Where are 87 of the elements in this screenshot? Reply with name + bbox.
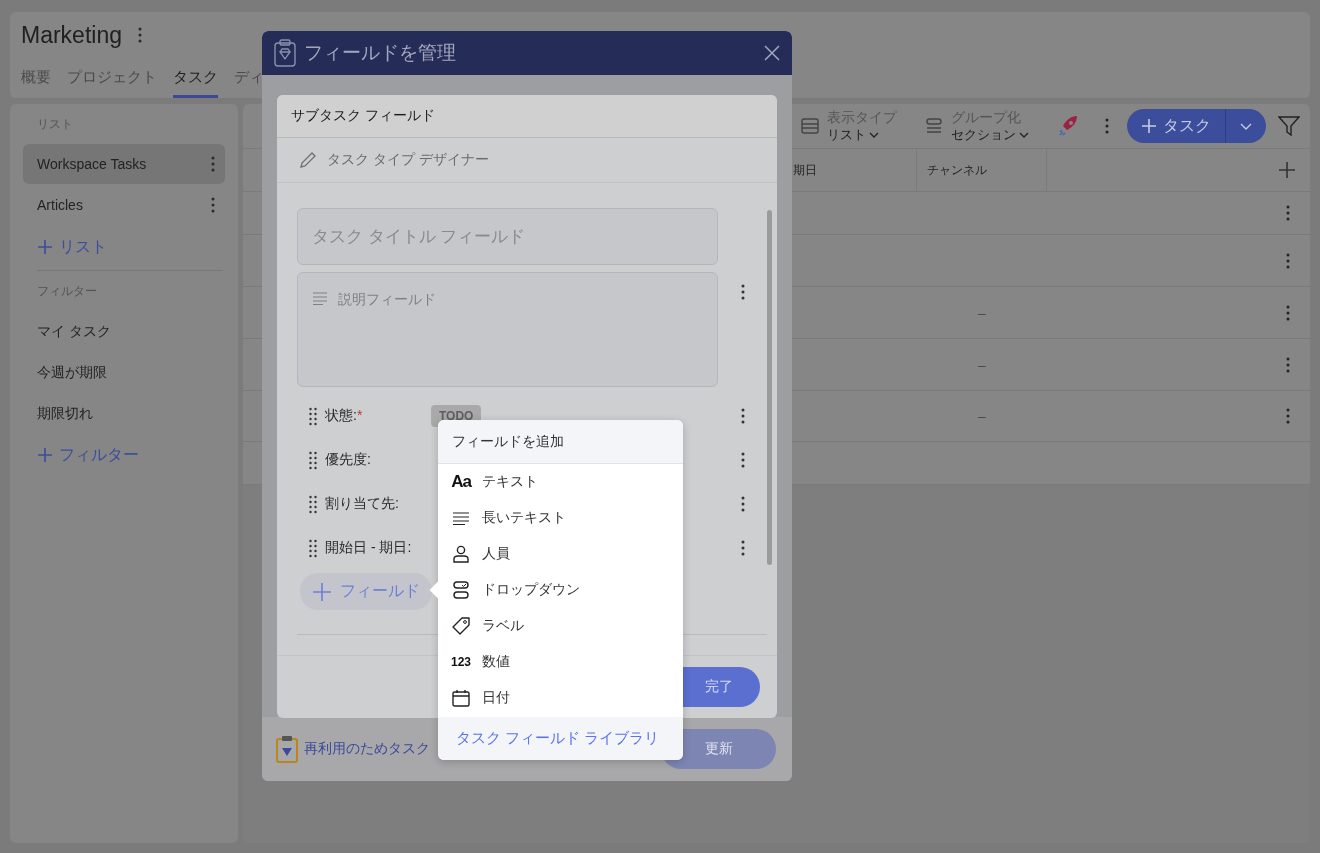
designer-link[interactable]: タスク タイプ デザイナー: [277, 138, 777, 183]
close-icon[interactable]: [764, 45, 780, 61]
field-label: 状態:: [325, 407, 357, 425]
more-icon[interactable]: [740, 408, 745, 424]
field-label: 優先度:: [325, 451, 371, 469]
menu-item-label: ドロップダウン: [482, 581, 580, 599]
add-task-label: タスク: [1163, 115, 1211, 136]
plus-icon: [312, 581, 332, 602]
more-icon[interactable]: [740, 284, 745, 300]
more-icon[interactable]: [740, 496, 745, 512]
filter-item[interactable]: 期限切れ: [23, 393, 225, 434]
description-field[interactable]: 説明フィールド: [297, 272, 718, 387]
add-filter-label: フィルター: [59, 444, 139, 465]
menu-item-label: 数値: [482, 653, 510, 671]
field-label: 割り当て先:: [325, 495, 399, 513]
menu-item-label: 長いテキスト: [482, 509, 566, 527]
menu-item[interactable]: 人員: [438, 536, 683, 572]
more-icon[interactable]: [740, 452, 745, 468]
list-name: Workspace Tasks: [37, 156, 147, 172]
list-item[interactable]: Workspace Tasks: [23, 144, 225, 184]
person-icon: [452, 545, 470, 563]
lines-icon: [312, 291, 328, 305]
empty-value: –: [978, 356, 986, 373]
dialog-title: サブタスク フィールド: [277, 95, 777, 138]
more-icon[interactable]: [1286, 205, 1290, 221]
plus-icon: [37, 447, 53, 463]
plus-icon: [37, 239, 53, 255]
tab[interactable]: プロジェクト: [67, 62, 157, 98]
tab[interactable]: 概要: [21, 62, 51, 98]
drag-handle-icon[interactable]: [309, 494, 317, 514]
tab[interactable]: ディ: [234, 62, 264, 98]
number-icon: 123: [451, 655, 471, 669]
list-item[interactable]: Articles: [23, 185, 225, 225]
add-task-button[interactable]: タスク: [1127, 109, 1266, 143]
clipboard-icon: [274, 39, 296, 67]
filter-item[interactable]: マイ タスク: [23, 311, 225, 352]
description-placeholder: 説明フィールド: [338, 291, 436, 309]
modal-title: フィールドを管理: [304, 41, 457, 65]
app-title: Marketing: [21, 21, 122, 49]
filter-item[interactable]: 今週が期限: [23, 352, 225, 393]
more-icon[interactable]: [740, 540, 745, 556]
filter-icon[interactable]: [1278, 116, 1300, 136]
more-icon[interactable]: [138, 27, 142, 43]
tab[interactable]: タスク: [173, 62, 218, 98]
more-icon[interactable]: [1286, 408, 1290, 424]
list-name: Articles: [37, 197, 83, 213]
empty-value: –: [978, 304, 986, 321]
menu-item[interactable]: ラベル: [438, 608, 683, 644]
designer-label: タスク タイプ デザイナー: [327, 151, 489, 169]
menu-item-label: ラベル: [482, 617, 524, 635]
more-icon[interactable]: [1286, 356, 1290, 373]
drag-handle-icon[interactable]: [309, 406, 317, 426]
menu-item-label: 日付: [482, 689, 510, 707]
menu-item-label: 人員: [482, 545, 510, 563]
required-mark: *: [356, 407, 363, 425]
plus-icon: [1278, 161, 1296, 179]
menu-item-label: テキスト: [482, 473, 538, 491]
lines-icon: [452, 511, 470, 525]
field-library-link[interactable]: タスク フィールド ライブラリ: [438, 717, 683, 760]
group-icon: [925, 117, 943, 135]
drag-handle-icon[interactable]: [309, 450, 317, 470]
menu-item[interactable]: 長いテキスト: [438, 500, 683, 536]
calendar-icon: [452, 689, 470, 707]
list-view-icon: [801, 117, 819, 135]
menu-item[interactable]: Aa テキスト: [438, 464, 683, 500]
more-icon[interactable]: [1286, 252, 1290, 269]
more-icon[interactable]: [211, 197, 215, 213]
dropdown-icon: [452, 581, 470, 599]
drag-handle-icon[interactable]: [309, 538, 317, 558]
text-icon: Aa: [451, 472, 471, 492]
field-label: 開始日 - 期日:: [325, 539, 412, 557]
menu-title: フィールドを追加: [438, 420, 683, 464]
caret-icon: [1019, 131, 1029, 138]
clipboard-icon: [276, 735, 298, 763]
tag-icon: [452, 617, 470, 635]
add-field-label: フィールド: [340, 581, 420, 601]
caret-icon[interactable]: [1240, 122, 1252, 130]
scrollbar[interactable]: [767, 210, 772, 565]
column-header: チャンネル: [917, 149, 1047, 191]
empty-value: –: [978, 408, 986, 424]
caret-icon: [869, 131, 879, 138]
plus-icon: [1141, 118, 1157, 134]
menu-item[interactable]: ドロップダウン: [438, 572, 683, 608]
add-list-label: リスト: [59, 236, 107, 257]
more-icon[interactable]: [1286, 304, 1290, 321]
pencil-icon: [299, 151, 317, 169]
more-icon[interactable]: [1105, 118, 1109, 134]
